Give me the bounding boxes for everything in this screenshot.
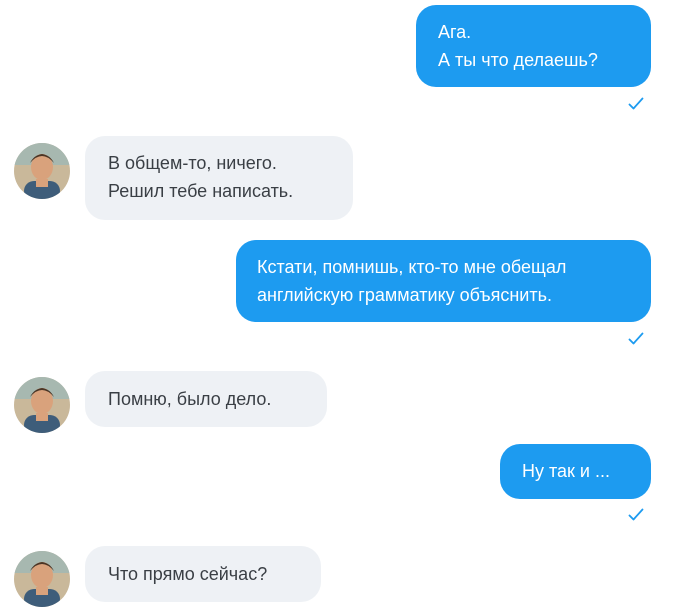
contact-avatar[interactable] [14,551,70,607]
message-text-line: Ну так и ... [522,461,610,481]
chat-thread: Ага. А ты что делаешь? В общем-то, ничег… [0,0,675,615]
avatar-photo [14,143,70,199]
message-text-line: Решил тебе написать. [108,181,294,201]
incoming-message[interactable]: В общем-то, ничего. Решил тебе написать. [85,136,353,220]
message-text-line: В общем-то, ничего. [108,153,277,173]
message-text-line: Кстати, помнишь, кто-то мне обещал [257,257,567,277]
outgoing-message[interactable]: Ага. А ты что делаешь? [416,5,651,87]
message-text-line: Помню, было дело. [108,389,272,409]
message-text-line: английскую грамматику объяснить. [257,285,552,305]
read-checkmark-icon [628,332,644,345]
message-text-line: А ты что делаешь? [438,50,598,70]
incoming-message[interactable]: Помню, было дело. [85,371,327,427]
outgoing-message[interactable]: Ну так и ... [500,444,651,499]
contact-avatar[interactable] [14,377,70,433]
read-checkmark-icon [628,508,644,521]
contact-avatar[interactable] [14,143,70,199]
outgoing-message[interactable]: Кстати, помнишь, кто-то мне обещал англи… [236,240,651,322]
message-text-line: Ага. [438,22,472,42]
read-checkmark-icon [628,97,644,110]
message-text-line: Что прямо сейчас? [108,564,268,584]
incoming-message[interactable]: Что прямо сейчас? [85,546,321,602]
avatar-photo [14,377,70,433]
avatar-photo [14,551,70,607]
